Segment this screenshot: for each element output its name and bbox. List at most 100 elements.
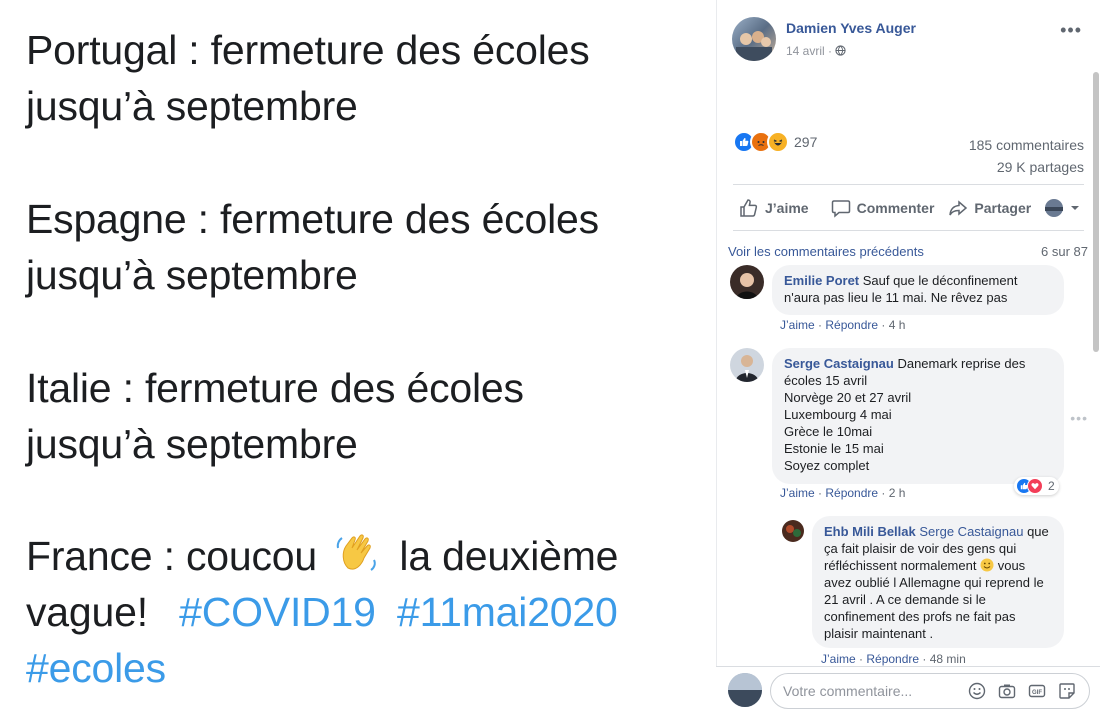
comment-like-link[interactable]: J’aime [780, 318, 815, 332]
comments-count[interactable]: 185 commentaires [969, 134, 1084, 156]
post-line: jusqu’à septembre [26, 421, 358, 467]
comment-text: réfléchissent normalement [824, 558, 977, 573]
comment-text: Luxembourg 4 mai [784, 407, 892, 422]
comment-text: n'aura pas lieu le 11 mai. Ne rêvez pas [784, 290, 1008, 305]
comment-author[interactable]: Serge Castaignau [784, 356, 894, 371]
comment-meta: J’aime · Répondre · 48 min [821, 652, 966, 666]
page-avatar-icon [1045, 199, 1063, 217]
comment-options-icon[interactable]: ••• [1070, 410, 1088, 426]
gif-icon[interactable]: GIF [1027, 681, 1047, 701]
like-button[interactable]: J’aime [739, 198, 809, 218]
shares-count[interactable]: 29 K partages [969, 156, 1084, 178]
camera-icon[interactable] [997, 681, 1017, 701]
post-line: Espagne : fermeture des écoles [26, 196, 599, 242]
post-stats: 185 commentaires 29 K partages [969, 134, 1084, 178]
comment-time[interactable]: 2 h [889, 486, 906, 500]
comment-text: avez oublié l Allemagne qui reprend le [824, 575, 1044, 590]
composer-tools: GIF [967, 681, 1077, 701]
post-line-vague: vague! #COVID19 #11mai2020 [26, 584, 618, 640]
post-line-hashtags: #ecoles [26, 640, 166, 696]
avatar-photo [736, 31, 772, 61]
comment-text: vous [997, 558, 1026, 573]
audience-selector[interactable] [1044, 198, 1080, 218]
globe-icon [835, 45, 846, 56]
comment-bubble: Emilie Poret Sauf que le déconfinement n… [772, 265, 1064, 315]
commenter-avatar[interactable] [730, 265, 764, 299]
comment-author[interactable]: Emilie Poret [784, 273, 859, 288]
share-button-label[interactable]: Partager [974, 200, 1031, 216]
reactions-summary[interactable]: 297 [733, 131, 817, 153]
comment-text: ça fait plaisir de voir des gens qui [824, 541, 1017, 556]
comment-text: Grèce le 10mai [784, 424, 873, 439]
comment-text: plaisir maintenant . [824, 626, 934, 641]
comment-text: confinement des profs ne fait pas [824, 609, 1016, 624]
comment-button[interactable]: Commenter [831, 198, 935, 218]
hashtag-link[interactable]: #COVID19 [179, 589, 376, 635]
comment-mention[interactable]: Serge Castaignau [919, 524, 1023, 539]
comment-text: écoles 15 avril [784, 373, 868, 388]
post-line: jusqu’à septembre [26, 83, 358, 129]
post-image[interactable]: Portugal : fermeture des écoles jusqu’à … [0, 0, 716, 714]
post-text: la deuxième [399, 533, 619, 579]
emoji-icon[interactable] [967, 681, 987, 701]
comment-reaction-count: 2 [1048, 479, 1055, 493]
post-author[interactable]: Damien Yves Auger [786, 20, 916, 36]
comment-button-label[interactable]: Commenter [857, 200, 935, 216]
waving-hand-icon [336, 534, 376, 571]
avatar-photo [728, 673, 762, 707]
post-actions: J’aime Commenter Partager [733, 194, 1084, 222]
comment-reply-link[interactable]: Répondre [825, 318, 878, 332]
comment-text: Soyez complet [784, 458, 870, 473]
heart-icon [1027, 478, 1043, 494]
comment-time[interactable]: 4 h [889, 318, 906, 332]
post-line: Italie : fermeture des écoles [26, 365, 524, 411]
comment-author[interactable]: Ehb Mili Bellak [824, 524, 916, 539]
divider [733, 184, 1084, 185]
commenter-avatar[interactable] [782, 520, 804, 542]
comment-time[interactable]: 48 min [930, 652, 966, 666]
comment-like-link[interactable]: J’aime [780, 486, 815, 500]
comment-like-link[interactable]: J’aime [821, 652, 856, 666]
sticker-icon[interactable] [1057, 681, 1077, 701]
comment-icon [831, 200, 850, 218]
comment-reply-link[interactable]: Répondre [825, 486, 878, 500]
comment-text: Danemark reprise des [897, 356, 1026, 371]
post-date[interactable]: 14 avril · [786, 44, 846, 58]
more-options-icon[interactable]: ••• [1060, 20, 1082, 41]
post-line-france: France : coucou la deuxième [26, 528, 618, 584]
commenter-avatar[interactable] [730, 348, 764, 382]
like-button-label[interactable]: J’aime [765, 200, 809, 216]
my-avatar[interactable] [728, 673, 762, 707]
reply-bubble: Ehb Mili Bellak Serge Castaignau que ça … [812, 516, 1064, 648]
avatar-photo [786, 525, 801, 537]
comment-reactions[interactable]: 2 [1014, 477, 1059, 495]
post-line: jusqu’à septembre [26, 252, 358, 298]
reaction-count[interactable]: 297 [794, 134, 817, 150]
author-avatar[interactable] [732, 17, 776, 61]
scrollbar[interactable] [1092, 0, 1100, 714]
divider [733, 230, 1084, 231]
share-icon [949, 200, 968, 216]
post-date-text[interactable]: 14 avril · [786, 44, 835, 58]
avatar-photo [736, 273, 758, 299]
hashtag-link[interactable]: #ecoles [26, 645, 166, 691]
svg-text:GIF: GIF [1032, 690, 1042, 696]
comment-input[interactable]: Votre commentaire... GIF [770, 673, 1090, 709]
thumbs-up-icon [740, 199, 758, 217]
share-button[interactable]: Partager [948, 198, 1031, 218]
comment-meta: J’aime · Répondre · 2 h [780, 486, 906, 500]
comment-reply-link[interactable]: Répondre [866, 652, 919, 666]
comment-bubble: Serge Castaignau Danemark reprise des éc… [772, 348, 1064, 484]
comment-text: Sauf que le déconfinement [862, 273, 1018, 288]
comment-text: que [1027, 524, 1049, 539]
comment-input-placeholder[interactable]: Votre commentaire... [783, 683, 967, 699]
previous-comments-link[interactable]: Voir les commentaires précédents [728, 244, 924, 259]
avatar-photo [735, 355, 759, 382]
comments-page-count: 6 sur 87 [1041, 244, 1088, 259]
hashtag-link[interactable]: #11mai2020 [397, 589, 618, 635]
post-line: Portugal : fermeture des écoles [26, 27, 590, 73]
scrollbar-thumb[interactable] [1093, 72, 1099, 352]
comment-meta: J’aime · Répondre · 4 h [780, 318, 906, 332]
post-text: France : coucou [26, 533, 317, 579]
post-text: vague! [26, 589, 148, 635]
